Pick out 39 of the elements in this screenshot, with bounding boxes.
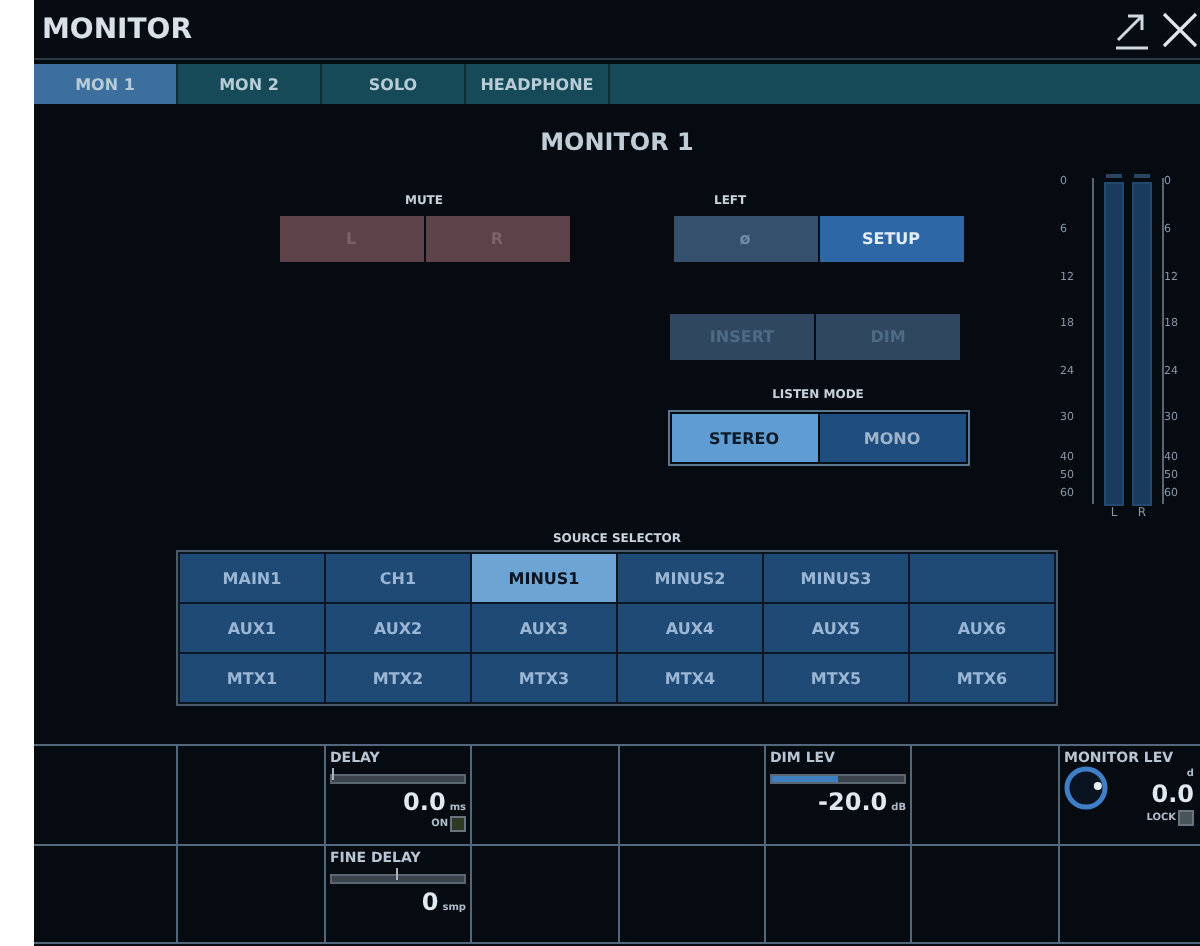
window-title: MONITOR [42,13,192,45]
source-button[interactable]: MTX2 [326,654,470,702]
source-button[interactable]: MTX3 [472,654,616,702]
source-button[interactable]: MINUS3 [764,554,908,602]
source-button[interactable]: MTX6 [910,654,1054,702]
pop-out-icon[interactable] [1112,9,1152,49]
toggle-switch[interactable] [1178,810,1194,826]
source-button[interactable]: AUX5 [764,604,908,652]
parameter-value: 0 [421,888,439,916]
tab[interactable]: MON 1 [34,64,178,104]
source-button[interactable]: MTX1 [180,654,324,702]
source-button[interactable]: AUX3 [472,604,616,652]
source-button[interactable]: MINUS2 [618,554,762,602]
setup-button[interactable]: SETUP [819,216,963,262]
tab[interactable]: MON 2 [178,64,322,104]
tab[interactable]: HEADPHONE [466,64,610,104]
tab[interactable]: SOLO [322,64,466,104]
source-button[interactable]: CH1 [326,554,470,602]
source-button[interactable]: AUX1 [180,604,324,652]
source-button[interactable]: MINUS1 [472,554,616,602]
parameter-value: 0.0 [403,788,446,816]
toggle-switch[interactable] [450,816,466,832]
source-button[interactable]: AUX2 [326,604,470,652]
section-title: MONITOR 1 [538,128,696,160]
parameter-value: -20.0 [818,788,888,816]
source-button[interactable]: MAIN1 [180,554,324,602]
source-button[interactable]: AUX6 [910,604,1054,652]
slider-track[interactable] [330,774,466,784]
phase-button[interactable]: ø [673,216,817,262]
source-button[interactable]: MTX5 [764,654,908,702]
source-button[interactable]: MTX4 [618,654,762,702]
knob[interactable] [1064,766,1108,810]
source-button[interactable]: AUX4 [618,604,762,652]
slider-track[interactable] [770,774,906,784]
slider-track[interactable] [330,874,466,884]
close-icon[interactable] [1160,9,1200,49]
listen-mode-button[interactable]: MONO [819,414,965,462]
parameter-value: 0.0 [1151,780,1194,808]
listen-mode-button[interactable]: STEREO [671,414,817,462]
